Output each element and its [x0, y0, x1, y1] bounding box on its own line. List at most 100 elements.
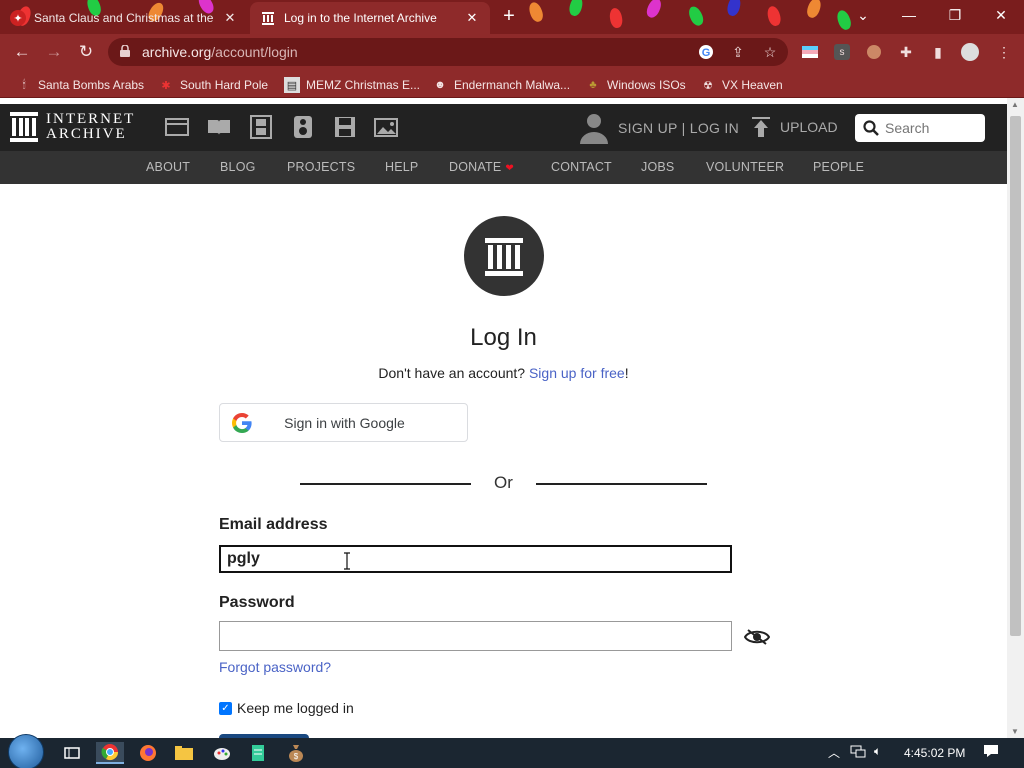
internet-archive-favicon-icon	[260, 10, 276, 26]
nav-volunteer[interactable]: VOLUNTEER	[706, 160, 784, 174]
browser-toolbar: ← → ↻ archive.org/account/login G ⇪ ☆ s …	[0, 34, 1024, 70]
bookmark-south-hard-pole[interactable]: ✱ South Hard Pole	[158, 76, 268, 94]
google-logo-icon	[232, 412, 252, 433]
minimize-button[interactable]: —	[886, 0, 932, 30]
password-label: Password	[219, 594, 295, 611]
forgot-password-link[interactable]: Forgot password?	[219, 659, 331, 675]
volume-speaker-icon[interactable]: 🔈︎	[874, 744, 881, 759]
bookmark-favicon-icon: ▤	[284, 77, 300, 93]
bookmarks-bar: 🕯 Santa Bombs Arabs ✱ South Hard Pole ▤ MEM…	[0, 70, 1024, 98]
close-window-button[interactable]: ✕	[978, 0, 1024, 30]
media-type-icons	[164, 114, 400, 140]
email-field[interactable]	[217, 543, 734, 575]
nav-donate[interactable]: DONATE ❤	[449, 160, 514, 174]
audio-speaker-icon[interactable]	[290, 114, 316, 140]
nav-contact[interactable]: CONTACT	[551, 160, 612, 174]
nav-help[interactable]: HELP	[385, 160, 418, 174]
tab-internet-archive-login[interactable]: Log in to the Internet Archive ✕	[250, 2, 490, 34]
start-button[interactable]	[8, 734, 44, 768]
google-signin-button[interactable]: Sign in with Google	[219, 403, 468, 442]
bookmark-star-icon[interactable]: ☆	[760, 42, 780, 62]
nav-blog[interactable]: BLOG	[220, 160, 256, 174]
browser-menu-icon[interactable]: ⋮	[994, 42, 1014, 62]
show-hidden-icons-chevron-icon[interactable]: ︿	[828, 744, 840, 761]
task-view-icon[interactable]	[58, 742, 86, 764]
bookmark-memz-christmas[interactable]: ▤ MEMZ Christmas E...	[284, 76, 420, 94]
search-input[interactable]	[885, 120, 975, 136]
file-explorer-icon[interactable]	[170, 742, 198, 764]
archive-temple-icon	[485, 238, 523, 276]
ia-search-box[interactable]	[855, 114, 985, 142]
paint-taskbar-icon[interactable]	[208, 742, 236, 764]
close-tab-icon[interactable]: ✕	[222, 10, 238, 26]
web-archive-icon[interactable]	[164, 114, 190, 140]
bookmark-endermanch-malware[interactable]: ☻ Endermanch Malwa...	[432, 76, 570, 94]
extension-s-icon[interactable]: s	[832, 42, 852, 62]
scroll-down-arrow-icon[interactable]: ▼	[1011, 727, 1019, 736]
images-picture-icon[interactable]	[374, 114, 400, 140]
svg-text:$: $	[294, 752, 299, 761]
new-tab-button[interactable]: +	[498, 6, 520, 28]
bookmark-santa-bombs-arabs[interactable]: 🕯 Santa Bombs Arabs	[16, 76, 144, 94]
archive-temple-icon	[10, 112, 38, 142]
logo-word-archive: ARCHIVE	[46, 126, 127, 142]
extensions-puzzle-icon[interactable]: ✚	[896, 42, 916, 62]
tab-title: Santa Claus and Christmas at the	[34, 11, 214, 25]
signup-login-link[interactable]: SIGN UP | LOG IN	[618, 120, 739, 136]
scroll-up-arrow-icon[interactable]: ▲	[1011, 100, 1019, 109]
password-field[interactable]	[219, 621, 732, 651]
keep-logged-in-checkbox[interactable]: ✓	[219, 701, 232, 715]
money-bag-taskbar-icon[interactable]: $	[282, 742, 310, 764]
upload-arrow-icon	[752, 117, 770, 137]
profile-avatar-icon[interactable]	[960, 42, 980, 62]
tab-title: Log in to the Internet Archive	[284, 11, 437, 25]
forward-arrow-icon[interactable]: →	[42, 40, 66, 64]
network-icon[interactable]	[850, 744, 866, 761]
google-lens-icon[interactable]: G	[696, 42, 716, 62]
email-label: Email address	[219, 516, 328, 533]
ia-top-header: INTERNET ARCHIVE SIGN UP | LOG IN UPLOAD	[0, 104, 1007, 151]
upload-link[interactable]: UPLOAD	[752, 117, 838, 137]
back-arrow-icon[interactable]: ←	[10, 40, 34, 64]
nav-about[interactable]: ABOUT	[146, 160, 190, 174]
bookmark-vx-heaven[interactable]: ☢ VX Heaven	[700, 76, 783, 94]
chrome-taskbar-icon[interactable]	[96, 742, 124, 764]
side-panel-icon[interactable]: ▮	[928, 42, 948, 62]
url-text: archive.org/account/login	[142, 44, 298, 60]
restore-button[interactable]: ❐	[932, 0, 978, 30]
google-button-label: Sign in with Google	[284, 414, 405, 431]
reload-icon[interactable]: ↻	[74, 40, 98, 64]
signup-link[interactable]: Sign up for free	[529, 365, 625, 381]
address-bar[interactable]: archive.org/account/login	[108, 38, 788, 66]
nav-projects[interactable]: PROJECTS	[287, 160, 355, 174]
nav-jobs[interactable]: JOBS	[641, 160, 674, 174]
software-floppy-icon[interactable]	[332, 114, 358, 140]
show-password-eye-icon[interactable]	[744, 628, 770, 646]
page-scrollbar[interactable]: ▲ ▼	[1007, 98, 1024, 738]
extension-flag-icon[interactable]	[800, 42, 820, 62]
tab-search-chevron-icon[interactable]: ⌄	[840, 0, 886, 30]
extension-avatar-icon[interactable]	[864, 42, 884, 62]
screen: ✦ Santa Claus and Christmas at the ✕ Log…	[0, 0, 1024, 768]
taskbar-clock[interactable]: 4:45:02 PM	[904, 746, 965, 760]
ia-secondary-nav: ABOUT BLOG PROJECTS HELP DONATE ❤ CONTACT…	[0, 151, 1007, 184]
share-icon[interactable]: ⇪	[728, 42, 748, 62]
keep-logged-in-label: Keep me logged in	[237, 700, 354, 716]
page-title: Log In	[470, 324, 537, 351]
video-film-icon[interactable]	[248, 114, 274, 140]
action-center-icon[interactable]	[983, 744, 999, 761]
notepad-taskbar-icon[interactable]	[244, 742, 272, 764]
bookmark-favicon-icon: ☢	[703, 79, 713, 92]
texts-book-icon[interactable]	[206, 114, 232, 140]
signup-prompt: Don't have an account? Sign up for free!	[378, 365, 629, 381]
tab-santa-claus[interactable]: ✦ Santa Claus and Christmas at the ✕	[0, 2, 248, 34]
windows-taskbar: $ ︿ 🔈︎ 4:45:02 PM	[0, 734, 1024, 768]
nav-people[interactable]: PEOPLE	[813, 160, 864, 174]
firefox-taskbar-icon[interactable]	[134, 742, 162, 764]
internet-archive-logo[interactable]: INTERNET ARCHIVE	[10, 112, 135, 142]
santa-favicon-icon: ✦	[10, 10, 26, 26]
heart-icon: ❤	[505, 163, 514, 174]
bookmark-windows-isos[interactable]: ♣ Windows ISOs	[585, 76, 685, 94]
close-tab-icon[interactable]: ✕	[464, 10, 480, 26]
scrollbar-thumb[interactable]	[1010, 116, 1021, 636]
